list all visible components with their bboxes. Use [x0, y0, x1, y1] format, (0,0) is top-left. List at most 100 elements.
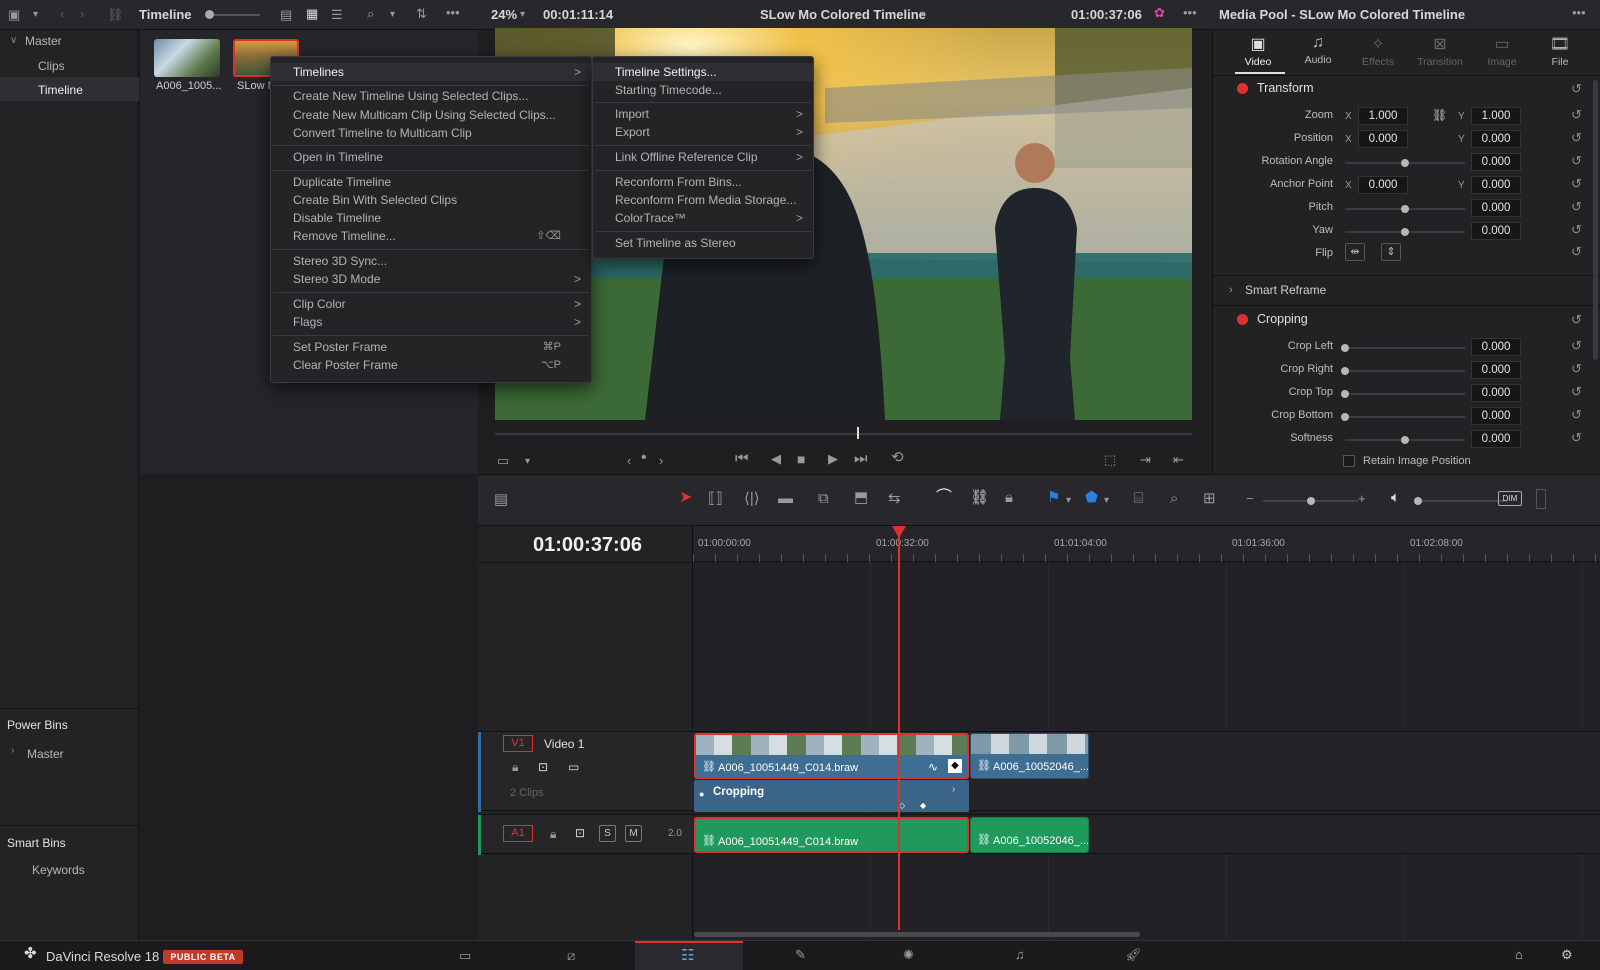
keyframe-icon[interactable]: ◆: [920, 799, 926, 813]
crop-top-field[interactable]: 0.000: [1471, 384, 1521, 402]
mute-button[interactable]: M: [625, 825, 642, 842]
next-edit-icon[interactable]: ⇥: [1140, 453, 1151, 467]
tab-transition[interactable]: ⊠ Transition: [1410, 34, 1470, 68]
smart-bin-keywords[interactable]: Keywords: [32, 863, 85, 877]
media-page-icon[interactable]: ▭: [459, 949, 471, 963]
flip-horizontal-icon[interactable]: ⇹: [1345, 243, 1365, 261]
sort-icon[interactable]: ⇅: [416, 7, 427, 21]
rotation-field[interactable]: 0.000: [1471, 153, 1521, 171]
playhead[interactable]: [898, 526, 900, 930]
go-to-start-icon[interactable]: ⏮: [735, 451, 749, 466]
crop-bottom-field[interactable]: 0.000: [1471, 407, 1521, 425]
chevron-down-icon[interactable]: ▾: [1104, 494, 1109, 508]
tab-audio[interactable]: ♫ Audio: [1293, 34, 1343, 66]
selection-tool-icon[interactable]: ➤: [679, 490, 692, 506]
reset-icon[interactable]: ↺: [1571, 430, 1582, 446]
meter-toggle[interactable]: [1536, 489, 1546, 509]
menu-item-timeline-settings[interactable]: Timeline Settings...: [593, 63, 813, 81]
edit-page-tab-active[interactable]: ☷: [635, 941, 743, 970]
speed-curve-icon[interactable]: ∿: [928, 760, 938, 774]
solo-button[interactable]: S: [599, 825, 616, 842]
crop-right-slider[interactable]: [1345, 370, 1465, 372]
slider-knob[interactable]: [1401, 436, 1409, 444]
jog-wheel-icon[interactable]: •: [641, 450, 647, 466]
tab-effects[interactable]: ✧ Effects: [1353, 34, 1403, 68]
menu-item-reconform-media-storage[interactable]: Reconform From Media Storage...: [593, 191, 813, 209]
menu-item-remove-timeline[interactable]: Remove Timeline... ⇧⌫: [271, 227, 591, 245]
chevron-right-icon[interactable]: ›: [952, 783, 955, 797]
sidebar-item-timeline[interactable]: Timeline: [38, 83, 83, 97]
menu-item-export[interactable]: Export >: [593, 123, 813, 141]
crop-left-field[interactable]: 0.000: [1471, 338, 1521, 356]
menu-item-convert-to-multicam[interactable]: Convert Timeline to Multicam Clip: [271, 124, 591, 142]
go-to-end-icon[interactable]: ⏭: [854, 451, 868, 466]
color-page-icon[interactable]: ✺: [903, 948, 914, 962]
slider-knob[interactable]: [1414, 497, 1422, 505]
list-view-icon[interactable]: ☰: [331, 8, 343, 22]
zoom-y-field[interactable]: 1.000: [1471, 107, 1521, 125]
chevron-down-icon[interactable]: ▾: [33, 8, 38, 22]
position-y-field[interactable]: 0.000: [1471, 130, 1521, 148]
slider-knob[interactable]: [1341, 390, 1349, 398]
crop-right-field[interactable]: 0.000: [1471, 361, 1521, 379]
volume-slider[interactable]: [1418, 500, 1508, 502]
previous-edit-icon[interactable]: ⇤: [1173, 453, 1184, 467]
color-viewer-icon[interactable]: ✿: [1154, 6, 1165, 20]
reset-icon[interactable]: ↺: [1571, 81, 1582, 97]
chevron-right-icon[interactable]: ›: [1229, 283, 1233, 297]
tab-file[interactable]: 🎞 File: [1535, 34, 1585, 68]
yaw-field[interactable]: 0.000: [1471, 222, 1521, 240]
menu-item-stereo-3d-mode[interactable]: Stereo 3D Mode >: [271, 270, 591, 288]
menu-item-link-offline-reference[interactable]: Link Offline Reference Clip >: [593, 148, 813, 166]
crop-top-slider[interactable]: [1345, 393, 1465, 395]
sidebar-item-clips[interactable]: Clips: [38, 59, 65, 73]
slider-knob[interactable]: [1401, 159, 1409, 167]
enable-track-icon[interactable]: ▭: [568, 760, 579, 774]
reset-icon[interactable]: ↺: [1571, 130, 1582, 146]
trim-tool-icon[interactable]: ⟦⟧: [708, 491, 723, 506]
menu-item-duplicate-timeline[interactable]: Duplicate Timeline: [271, 173, 591, 191]
chevron-down-icon[interactable]: ▾: [525, 455, 530, 469]
play-reverse-icon[interactable]: ◀: [771, 452, 781, 466]
menu-item-set-poster-frame[interactable]: Set Poster Frame ⌘P: [271, 338, 591, 356]
reset-icon[interactable]: ↺: [1571, 244, 1582, 260]
video-clip-2[interactable]: ⛓ A006_10052046_...: [970, 733, 1089, 779]
timeline-name-dropdown[interactable]: SLow Mo Colored Timeline: [760, 7, 926, 22]
more-options-icon[interactable]: •••: [446, 6, 460, 20]
snapping-icon[interactable]: ⌒: [936, 490, 952, 506]
video-clip-1[interactable]: ⛓ A006_10051449_C014.braw ∿ ◆: [694, 733, 969, 779]
menu-item-clear-poster-frame[interactable]: Clear Poster Frame ⌥P: [271, 356, 591, 374]
menu-item-disable-timeline[interactable]: Disable Timeline: [271, 209, 591, 227]
scrubber-handle[interactable]: [857, 427, 859, 439]
deliver-page-icon[interactable]: 🚀︎: [1125, 948, 1142, 962]
crop-bottom-slider[interactable]: [1345, 416, 1465, 418]
menu-item-flags[interactable]: Flags >: [271, 313, 591, 331]
chevron-down-icon[interactable]: ▾: [920, 8, 925, 22]
a1-destination-button[interactable]: A1: [503, 825, 533, 842]
search-icon[interactable]: ⌕: [367, 7, 374, 21]
playhead-handle[interactable]: [892, 526, 906, 538]
timeline-view-options-icon[interactable]: ▤: [494, 492, 508, 507]
keyframe-toggle-icon[interactable]: ◆: [948, 759, 962, 773]
jog-left-icon[interactable]: ‹: [627, 454, 631, 468]
cut-page-icon[interactable]: ⧄: [567, 949, 575, 963]
play-icon[interactable]: ▶: [828, 452, 838, 466]
sidebar-item-master[interactable]: Master: [25, 34, 62, 48]
menu-item-create-multicam-clip[interactable]: Create New Multicam Clip Using Selected …: [271, 106, 591, 124]
slider-knob[interactable]: [1401, 205, 1409, 213]
reset-icon[interactable]: ↺: [1571, 153, 1582, 169]
slider-knob[interactable]: [1401, 228, 1409, 236]
reset-icon[interactable]: ↺: [1571, 107, 1582, 123]
home-icon[interactable]: ⌂: [1515, 948, 1523, 962]
viewer-scrubber[interactable]: [495, 433, 1192, 435]
tab-image[interactable]: ▭ Image: [1477, 34, 1527, 68]
position-lock-icon[interactable]: 🔒︎: [1005, 490, 1013, 505]
flip-vertical-icon[interactable]: ⇕: [1381, 243, 1401, 261]
chevron-down-icon[interactable]: ∨: [10, 35, 17, 46]
inspector-scrollbar[interactable]: [1593, 80, 1598, 360]
reset-icon[interactable]: ↺: [1571, 338, 1582, 354]
slider-knob[interactable]: [1307, 497, 1315, 505]
reset-icon[interactable]: ↺: [1571, 407, 1582, 423]
reset-icon[interactable]: ↺: [1571, 199, 1582, 215]
transform-enable-toggle[interactable]: [1237, 83, 1248, 94]
